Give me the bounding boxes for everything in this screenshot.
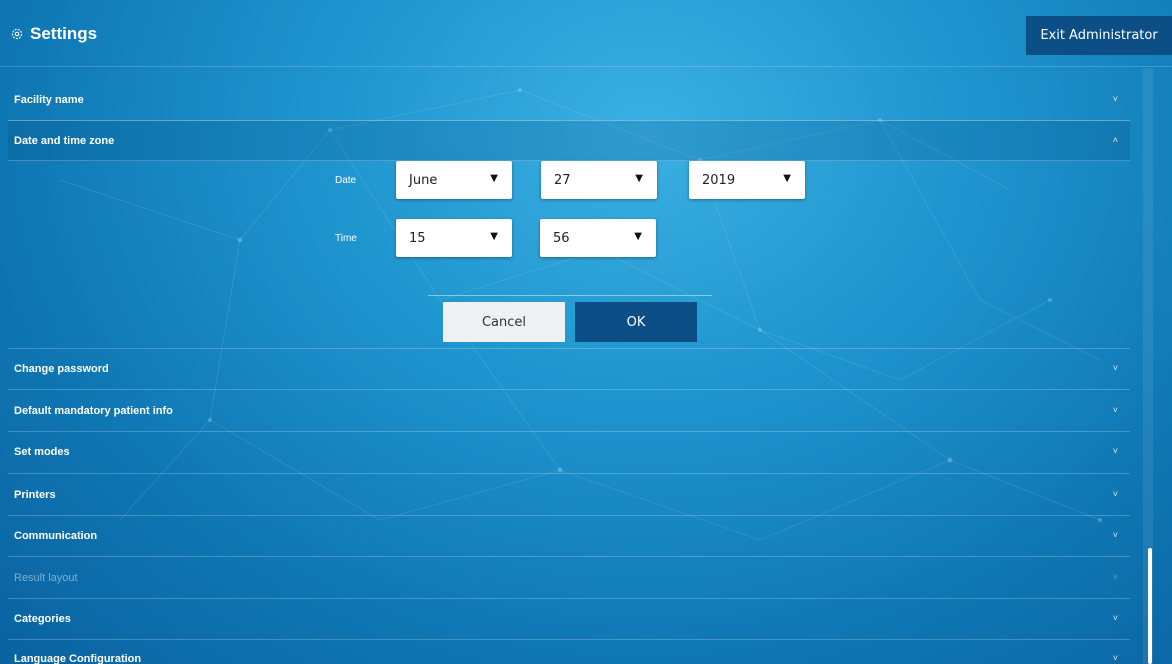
day-value: 27 — [554, 173, 571, 188]
hour-value: 15 — [409, 231, 426, 246]
gear-icon — [11, 28, 23, 40]
date-time-panel-bottom — [8, 309, 1130, 349]
month-value: June — [409, 173, 438, 188]
day-select[interactable]: 27 ▼ — [541, 161, 657, 199]
page-title-text: Settings — [30, 24, 98, 43]
settings-header: Settings Exit Administrator — [0, 0, 1172, 67]
chevron-down-icon: ˅ — [1112, 653, 1118, 663]
chevron-down-icon: ˅ — [1112, 572, 1118, 582]
section-label: Facility name — [14, 94, 84, 106]
hour-select[interactable]: 15 ▼ — [396, 219, 512, 257]
chevron-down-icon: ˅ — [1112, 530, 1118, 540]
dropdown-caret-icon: ▼ — [635, 173, 643, 184]
section-label: Date and time zone — [14, 135, 115, 147]
dropdown-caret-icon: ▼ — [634, 231, 642, 242]
section-categories[interactable]: Categories ˅ — [8, 599, 1130, 640]
page-title: Settings — [10, 24, 97, 44]
chevron-down-icon: ˅ — [1112, 363, 1118, 373]
section-change-password[interactable]: Change password ˅ — [8, 349, 1130, 390]
chevron-down-icon: ˅ — [1112, 94, 1118, 104]
section-communication[interactable]: Communication ˅ — [8, 516, 1130, 557]
section-label: Default mandatory patient info — [14, 405, 173, 417]
section-label: Printers — [14, 489, 56, 501]
minute-select[interactable]: 56 ▼ — [540, 219, 656, 257]
section-label: Categories — [14, 613, 71, 625]
year-value: 2019 — [702, 173, 736, 188]
chevron-down-icon: ˅ — [1112, 489, 1118, 499]
panel-divider — [428, 295, 712, 296]
section-set-modes[interactable]: Set modes ˅ — [8, 432, 1130, 474]
section-label: Communication — [14, 530, 98, 542]
section-label: Language Configuration — [14, 653, 142, 664]
section-language-configuration[interactable]: Language Configuration ˅ — [8, 640, 1130, 664]
section-printers[interactable]: Printers ˅ — [8, 474, 1130, 516]
section-facility-name[interactable]: Facility name ˅ — [8, 80, 1130, 121]
dropdown-caret-icon: ▼ — [490, 231, 498, 242]
year-select[interactable]: 2019 ▼ — [689, 161, 805, 199]
section-label: Set modes — [14, 446, 70, 458]
section-label: Change password — [14, 363, 109, 375]
minute-value: 56 — [553, 231, 570, 246]
date-label: Date — [335, 175, 357, 186]
dropdown-caret-icon: ▼ — [490, 173, 498, 184]
scrollbar-thumb[interactable] — [1148, 548, 1152, 664]
section-label: Result layout — [14, 572, 78, 584]
chevron-down-icon: ˅ — [1112, 446, 1118, 456]
section-result-layout: Result layout ˅ — [8, 557, 1130, 599]
chevron-down-icon: ˅ — [1112, 405, 1118, 415]
exit-administrator-button[interactable]: Exit Administrator — [1026, 16, 1172, 55]
section-mandatory-patient-info[interactable]: Default mandatory patient info ˅ — [8, 390, 1130, 432]
time-label: Time — [335, 233, 357, 244]
chevron-up-icon: ˄ — [1112, 135, 1118, 145]
month-select[interactable]: June ▼ — [396, 161, 512, 199]
dropdown-caret-icon: ▼ — [783, 173, 791, 184]
chevron-down-icon: ˅ — [1112, 613, 1118, 623]
section-date-time[interactable]: Date and time zone ˄ — [8, 120, 1130, 161]
